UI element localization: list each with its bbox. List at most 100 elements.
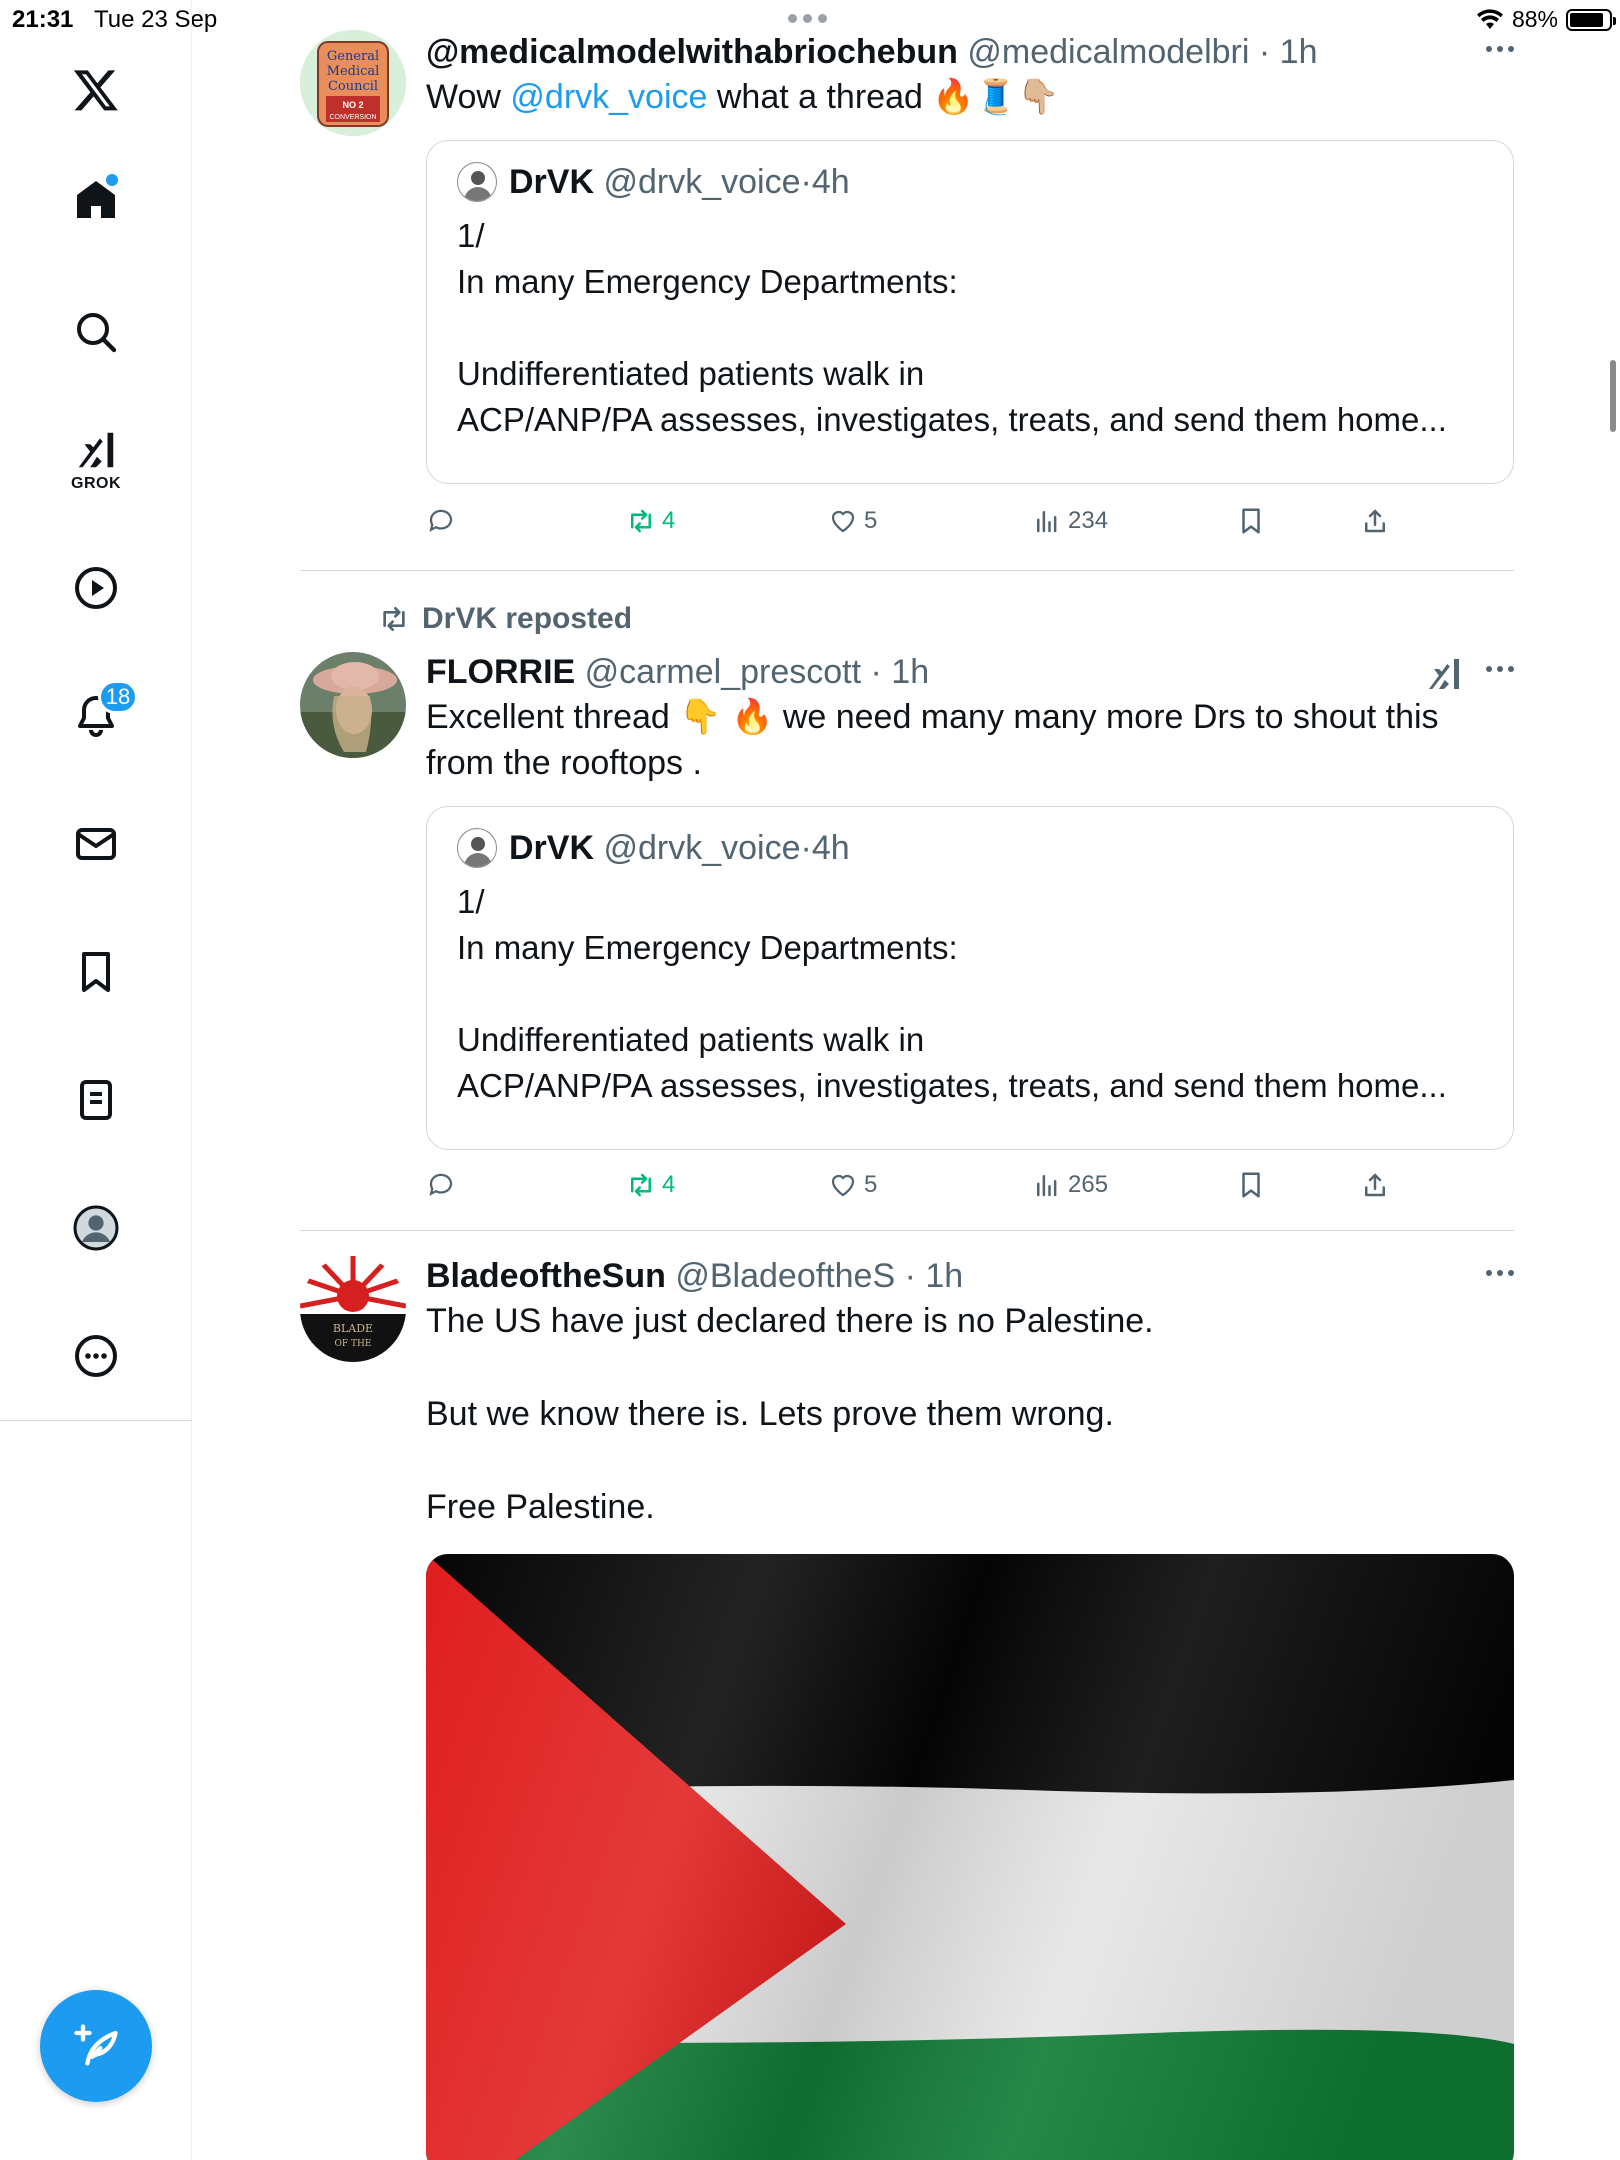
quoted-time: 4h	[811, 829, 850, 867]
like-button[interactable]: 5	[828, 1170, 877, 1200]
display-name[interactable]: BladeoftheSun	[426, 1257, 666, 1295]
video-play-icon[interactable]	[56, 548, 136, 628]
views-button[interactable]: 265	[1032, 1170, 1108, 1200]
post-text-part: what a thread 🔥🧵👇🏼	[707, 78, 1060, 116]
grok-icon[interactable]: GROK	[56, 420, 136, 500]
battery-icon	[1566, 8, 1616, 31]
post-more-icon[interactable]	[1486, 46, 1514, 52]
user-handle[interactable]: @medicalmodelbri	[967, 33, 1249, 71]
mention-link[interactable]: @drvk_voice	[510, 78, 707, 116]
compose-post-button[interactable]	[40, 1990, 152, 2102]
post-text: Excellent thread 👇 🔥 we need many many m…	[426, 698, 1439, 782]
avatar-text: NO 2	[342, 100, 363, 110]
avatar[interactable]: General Medical Council NO 2 CONVERSION	[300, 30, 406, 136]
bookmark-button[interactable]	[1236, 506, 1266, 536]
repost-button[interactable]: 4	[626, 1170, 675, 1200]
more-options-circle-icon[interactable]	[56, 1316, 136, 1396]
display-name[interactable]: @medicalmodelwithabriochebun	[426, 33, 958, 71]
post-more-icon[interactable]	[1486, 666, 1514, 672]
post-time[interactable]: 1h	[891, 653, 929, 691]
side-navigation: GROK 18	[0, 0, 192, 2160]
user-handle[interactable]: @carmel_prescott	[585, 653, 861, 691]
share-icon	[1365, 1173, 1385, 1197]
avatar[interactable]	[300, 652, 406, 758]
heart-icon	[831, 510, 855, 533]
separator-dot: ·	[800, 163, 812, 201]
reply-icon	[429, 1173, 453, 1196]
reply-button[interactable]	[426, 1170, 456, 1200]
repost-icon	[631, 1173, 651, 1197]
post-header: @medicalmodelwithabriochebun @medicalmod…	[426, 30, 1514, 74]
notifications-badge: 18	[98, 680, 138, 714]
share-button[interactable]	[1360, 506, 1390, 536]
reply-button[interactable]	[426, 506, 456, 536]
separator-dot: ·	[800, 829, 812, 867]
post-bladeofthesun[interactable]: BLADE OF THE BladeoftheSun @BladeoftheS …	[300, 1254, 1514, 2160]
bookmark-icon	[1242, 1172, 1260, 1198]
avatar[interactable]: BLADE OF THE	[300, 1256, 406, 1362]
post-time[interactable]: 1h	[925, 1257, 963, 1295]
quoted-post[interactable]: DrVK @drvk_voice · 4h 1/ In many Emergen…	[426, 806, 1514, 1150]
post-header: BladeoftheSun @BladeoftheS · 1h	[426, 1254, 1514, 1298]
post-header: FLORRIE @carmel_prescott · 1h	[426, 650, 1514, 694]
heart-icon	[831, 1174, 855, 1197]
quoted-text: 1/ In many Emergency Departments: Undiff…	[457, 883, 1447, 1104]
share-icon	[1365, 509, 1385, 533]
display-name[interactable]: FLORRIE	[426, 653, 575, 691]
quoted-display-name: DrVK	[509, 163, 595, 201]
post-text-part: Wow	[426, 78, 511, 116]
grok-explain-icon[interactable]	[1424, 654, 1464, 694]
user-handle[interactable]: @BladeoftheS	[675, 1257, 895, 1295]
post-more-icon[interactable]	[1486, 1270, 1514, 1276]
bookmarks-icon[interactable]	[56, 932, 136, 1012]
views-button[interactable]: 234	[1032, 506, 1108, 536]
post-actions: 4 5 234	[426, 506, 1514, 546]
repost-button[interactable]: 4	[626, 506, 675, 536]
search-icon[interactable]	[56, 292, 136, 372]
post-florrie[interactable]: FLORRIE @carmel_prescott · 1h Excellent …	[300, 650, 1514, 1210]
repost-icon	[631, 509, 651, 533]
quoted-handle: @drvk_voice	[603, 829, 801, 867]
separator-dot: ·	[870, 653, 882, 691]
battery-percent: 88%	[1511, 6, 1558, 32]
notifications-bell-icon[interactable]: 18	[56, 676, 138, 756]
like-button[interactable]: 5	[828, 506, 877, 536]
messages-envelope-icon[interactable]	[56, 804, 136, 884]
avatar-text: OF THE	[335, 1339, 372, 1349]
repost-icon	[383, 607, 405, 631]
post-actions: 4 5 265	[426, 1170, 1514, 1210]
wifi-icon	[1476, 8, 1503, 29]
avatar-text: General	[327, 49, 379, 64]
multitasking-dots-icon[interactable]	[788, 14, 827, 23]
avatar-text: BLADE	[333, 1322, 373, 1335]
post-divider	[300, 570, 1514, 571]
bookmark-icon	[1242, 508, 1260, 534]
bookmark-button[interactable]	[1236, 1170, 1266, 1200]
separator-dot: ·	[904, 1257, 916, 1295]
share-button[interactable]	[1360, 1170, 1390, 1200]
home-icon[interactable]	[56, 160, 136, 240]
lists-icon[interactable]	[56, 1060, 136, 1140]
like-count: 5	[864, 1171, 878, 1198]
post-medicalmodel[interactable]: General Medical Council NO 2 CONVERSION …	[300, 30, 1514, 550]
avatar-text: Medical	[327, 64, 380, 79]
scrollbar[interactable]	[1610, 360, 1616, 432]
view-count: 234	[1068, 507, 1109, 534]
reply-icon	[429, 509, 453, 532]
profile-avatar-icon[interactable]	[56, 1188, 136, 1268]
x-logo-icon[interactable]	[56, 50, 136, 130]
quoted-display-name: DrVK	[509, 829, 595, 867]
post-image-palestine-flag[interactable]	[426, 1554, 1514, 2160]
quoted-post[interactable]: DrVK @drvk_voice · 4h 1/ In many Emergen…	[426, 140, 1514, 484]
quoted-handle: @drvk_voice	[603, 163, 801, 201]
avatar-text: Council	[328, 79, 378, 94]
repost-indicator[interactable]: DrVK reposted	[378, 602, 632, 636]
post-time[interactable]: 1h	[1280, 33, 1318, 71]
views-chart-icon	[1037, 511, 1057, 533]
view-count: 265	[1068, 1171, 1109, 1198]
like-count: 5	[864, 507, 878, 534]
quoted-avatar	[457, 828, 497, 868]
post-text: Wow @drvk_voice what a thread 🔥🧵👇🏼	[426, 74, 1514, 120]
quoted-avatar	[457, 162, 497, 202]
avatar-text: CONVERSION	[329, 114, 376, 121]
